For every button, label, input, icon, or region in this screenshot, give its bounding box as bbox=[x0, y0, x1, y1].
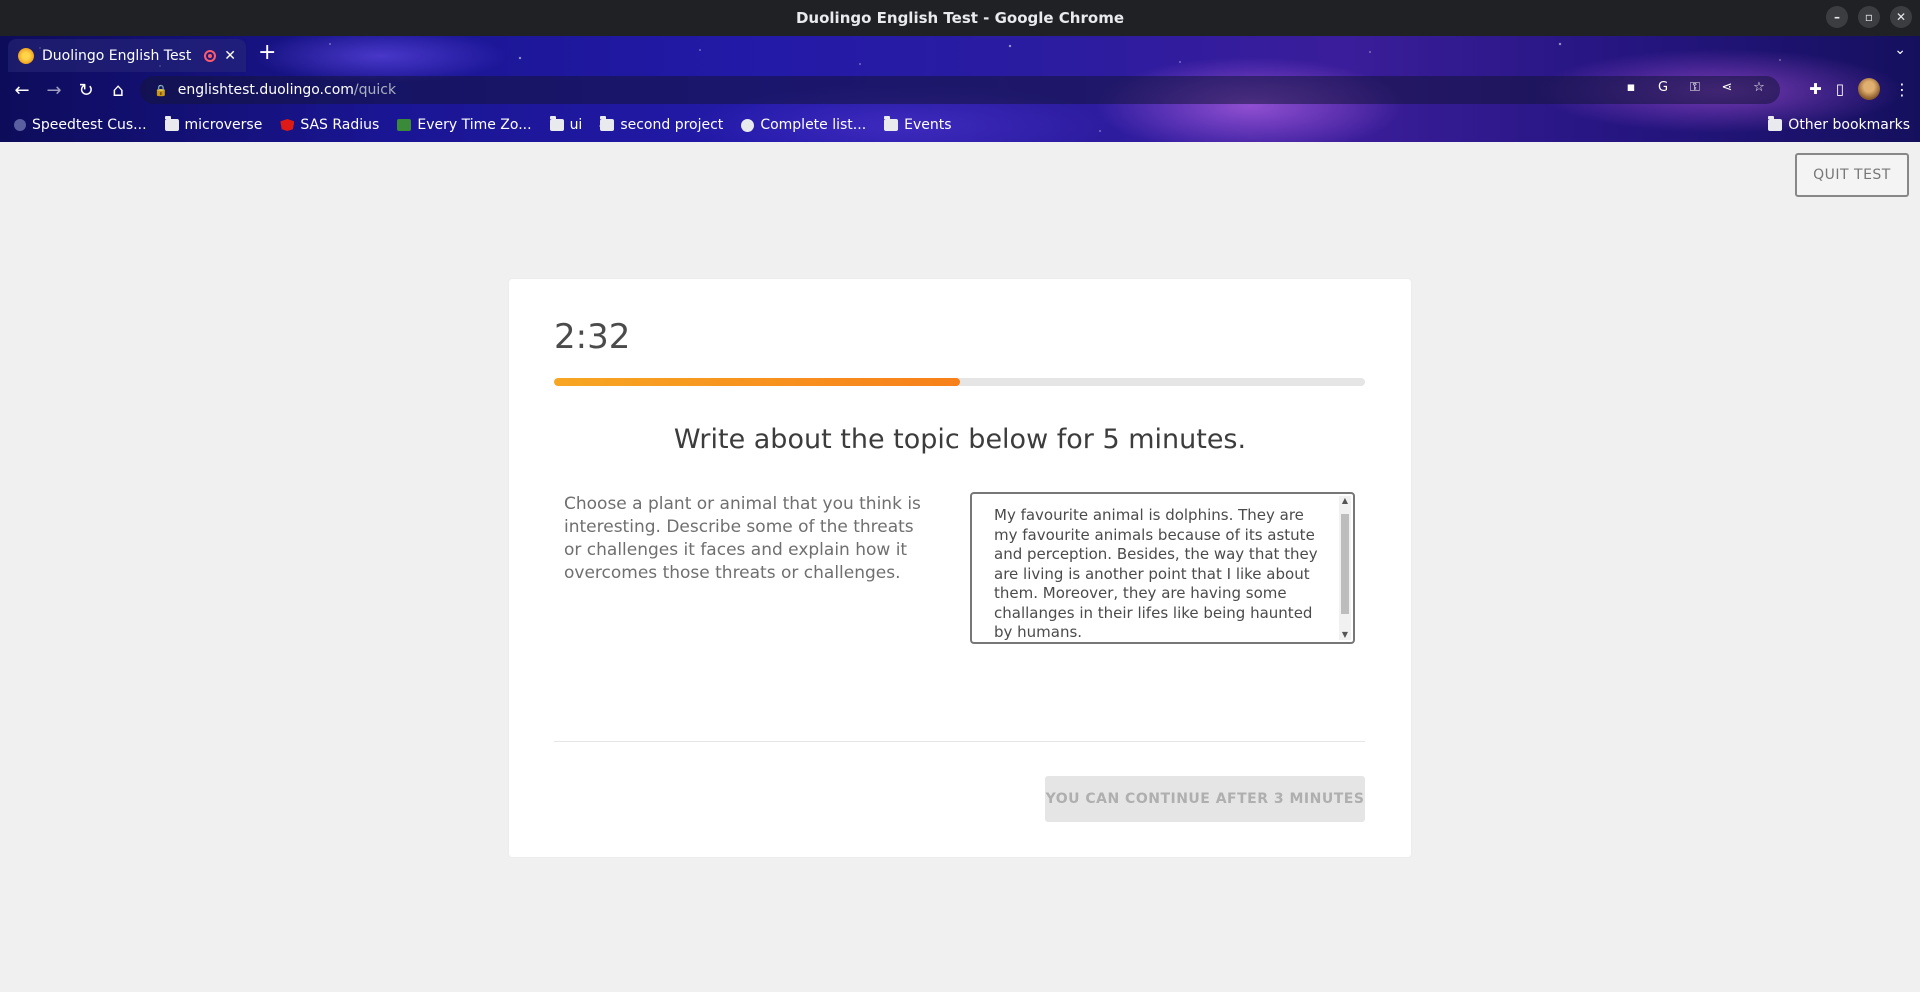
answer-textarea[interactable]: My favourite animal is dolphins. They ar… bbox=[970, 492, 1355, 644]
bookmark-label: Complete list... bbox=[760, 117, 867, 133]
bookmark-label: Events bbox=[904, 117, 952, 133]
bookmark-label: second project bbox=[620, 117, 724, 133]
countdown-timer: 2:32 bbox=[554, 317, 631, 357]
extensions-puzzle-icon[interactable]: ✚ bbox=[1809, 80, 1822, 98]
bookmark-second-project[interactable]: second project bbox=[600, 116, 724, 133]
window-controls: – ▫ ✕ bbox=[1826, 6, 1912, 28]
tab-title: Duolingo English Test bbox=[42, 47, 192, 64]
window-titlebar: Duolingo English Test - Google Chrome – … bbox=[0, 0, 1920, 36]
bookmark-label: SAS Radius bbox=[300, 117, 380, 133]
globe-icon bbox=[14, 119, 26, 131]
question-card: 2:32 Write about the topic below for 5 m… bbox=[509, 279, 1411, 857]
recording-indicator-icon bbox=[204, 49, 217, 62]
question-heading: Write about the topic below for 5 minute… bbox=[673, 424, 1247, 455]
quit-test-button[interactable]: QUIT TEST bbox=[1795, 153, 1909, 197]
bookmark-label: microverse bbox=[184, 117, 263, 133]
extension-area: ✚ ▯ ⋮ bbox=[1809, 78, 1910, 100]
home-button[interactable]: ⌂ bbox=[106, 78, 130, 102]
maximize-button[interactable]: ▫ bbox=[1858, 6, 1880, 28]
browser-chrome: Duolingo English Test ✕ + ⌄ ← → ↻ ⌂ 🔒 en… bbox=[0, 36, 1920, 142]
folder-icon bbox=[549, 116, 564, 131]
time-progress-fill bbox=[554, 378, 960, 386]
bookmark-ui[interactable]: ui bbox=[549, 116, 583, 133]
camera-icon[interactable]: ▪ bbox=[1622, 80, 1640, 95]
profile-avatar[interactable] bbox=[1858, 78, 1880, 100]
address-bar[interactable]: 🔒 englishtest.duolingo.com/quick ▪ G ⚿ ⋖… bbox=[140, 76, 1780, 104]
folder-icon bbox=[884, 116, 899, 131]
bookmark-label: ui bbox=[569, 117, 583, 133]
bookmark-speedtest[interactable]: Speedtest Cus... bbox=[14, 117, 147, 133]
bookmark-label: Speedtest Cus... bbox=[32, 117, 147, 133]
scroll-thumb[interactable] bbox=[1341, 514, 1349, 614]
share-icon[interactable]: ⋖ bbox=[1718, 80, 1736, 95]
angular-icon bbox=[280, 119, 295, 131]
github-icon bbox=[741, 118, 755, 132]
new-tab-button[interactable]: + bbox=[258, 42, 276, 64]
bookmark-events[interactable]: Events bbox=[884, 116, 952, 133]
answer-text[interactable]: My favourite animal is dolphins. They ar… bbox=[994, 506, 1324, 643]
close-tab-icon[interactable]: ✕ bbox=[224, 48, 236, 64]
minimize-button[interactable]: – bbox=[1826, 6, 1848, 28]
google-icon[interactable]: G bbox=[1654, 80, 1672, 95]
test-page: QUIT TEST 2:32 Write about the topic bel… bbox=[0, 142, 1920, 992]
lock-icon[interactable]: 🔒 bbox=[154, 84, 168, 97]
window-title: Duolingo English Test - Google Chrome bbox=[795, 9, 1124, 27]
key-icon[interactable]: ⚿ bbox=[1686, 80, 1704, 95]
folder-icon bbox=[1768, 116, 1783, 131]
folder-icon bbox=[164, 116, 179, 131]
time-progress-bar bbox=[554, 378, 1365, 386]
writing-prompt: Choose a plant or animal that you think … bbox=[564, 494, 921, 583]
duolingo-favicon-icon bbox=[18, 47, 34, 64]
continue-button[interactable]: YOU CAN CONTINUE AFTER 3 MINUTES bbox=[1045, 776, 1365, 822]
scroll-up-icon[interactable]: ▲ bbox=[1339, 496, 1351, 506]
other-bookmarks-label: Other bookmarks bbox=[1788, 117, 1910, 133]
forward-button[interactable]: → bbox=[42, 78, 66, 102]
scroll-down-icon[interactable]: ▼ bbox=[1339, 630, 1351, 640]
close-window-button[interactable]: ✕ bbox=[1890, 6, 1912, 28]
card-divider bbox=[554, 741, 1365, 742]
tab-search-chevron-icon[interactable]: ⌄ bbox=[1894, 42, 1906, 58]
other-bookmarks[interactable]: Other bookmarks bbox=[1768, 116, 1910, 133]
bookmark-star-icon[interactable]: ☆ bbox=[1750, 80, 1768, 95]
bookmark-microverse[interactable]: microverse bbox=[164, 116, 263, 133]
bookmark-every-time-zone[interactable]: Every Time Zo... bbox=[397, 117, 532, 133]
bookmark-label: Every Time Zo... bbox=[417, 117, 532, 133]
folder-icon bbox=[600, 116, 615, 131]
reload-button[interactable]: ↻ bbox=[74, 78, 98, 102]
back-button[interactable]: ← bbox=[10, 78, 34, 102]
bookmark-sas-radius[interactable]: SAS Radius bbox=[280, 117, 379, 133]
bookmarks-bar: Speedtest Cus... microverse SAS Radius E… bbox=[0, 108, 1920, 142]
clock-icon bbox=[397, 119, 412, 131]
toolbar: ← → ↻ ⌂ 🔒 englishtest.duolingo.com/quick… bbox=[0, 72, 1920, 108]
textarea-scrollbar[interactable]: ▲ ▼ bbox=[1339, 496, 1351, 640]
bookmark-complete-list[interactable]: Complete list... bbox=[741, 117, 866, 133]
menu-kebab-icon[interactable]: ⋮ bbox=[1894, 80, 1910, 99]
omnibox-actions: ▪ G ⚿ ⋖ ☆ bbox=[1622, 80, 1768, 95]
url-path: /quick bbox=[353, 82, 397, 98]
tab-duolingo[interactable]: Duolingo English Test ✕ bbox=[8, 39, 246, 72]
url-host: englishtest.duolingo.com bbox=[177, 82, 354, 98]
side-panel-icon[interactable]: ▯ bbox=[1836, 80, 1844, 98]
